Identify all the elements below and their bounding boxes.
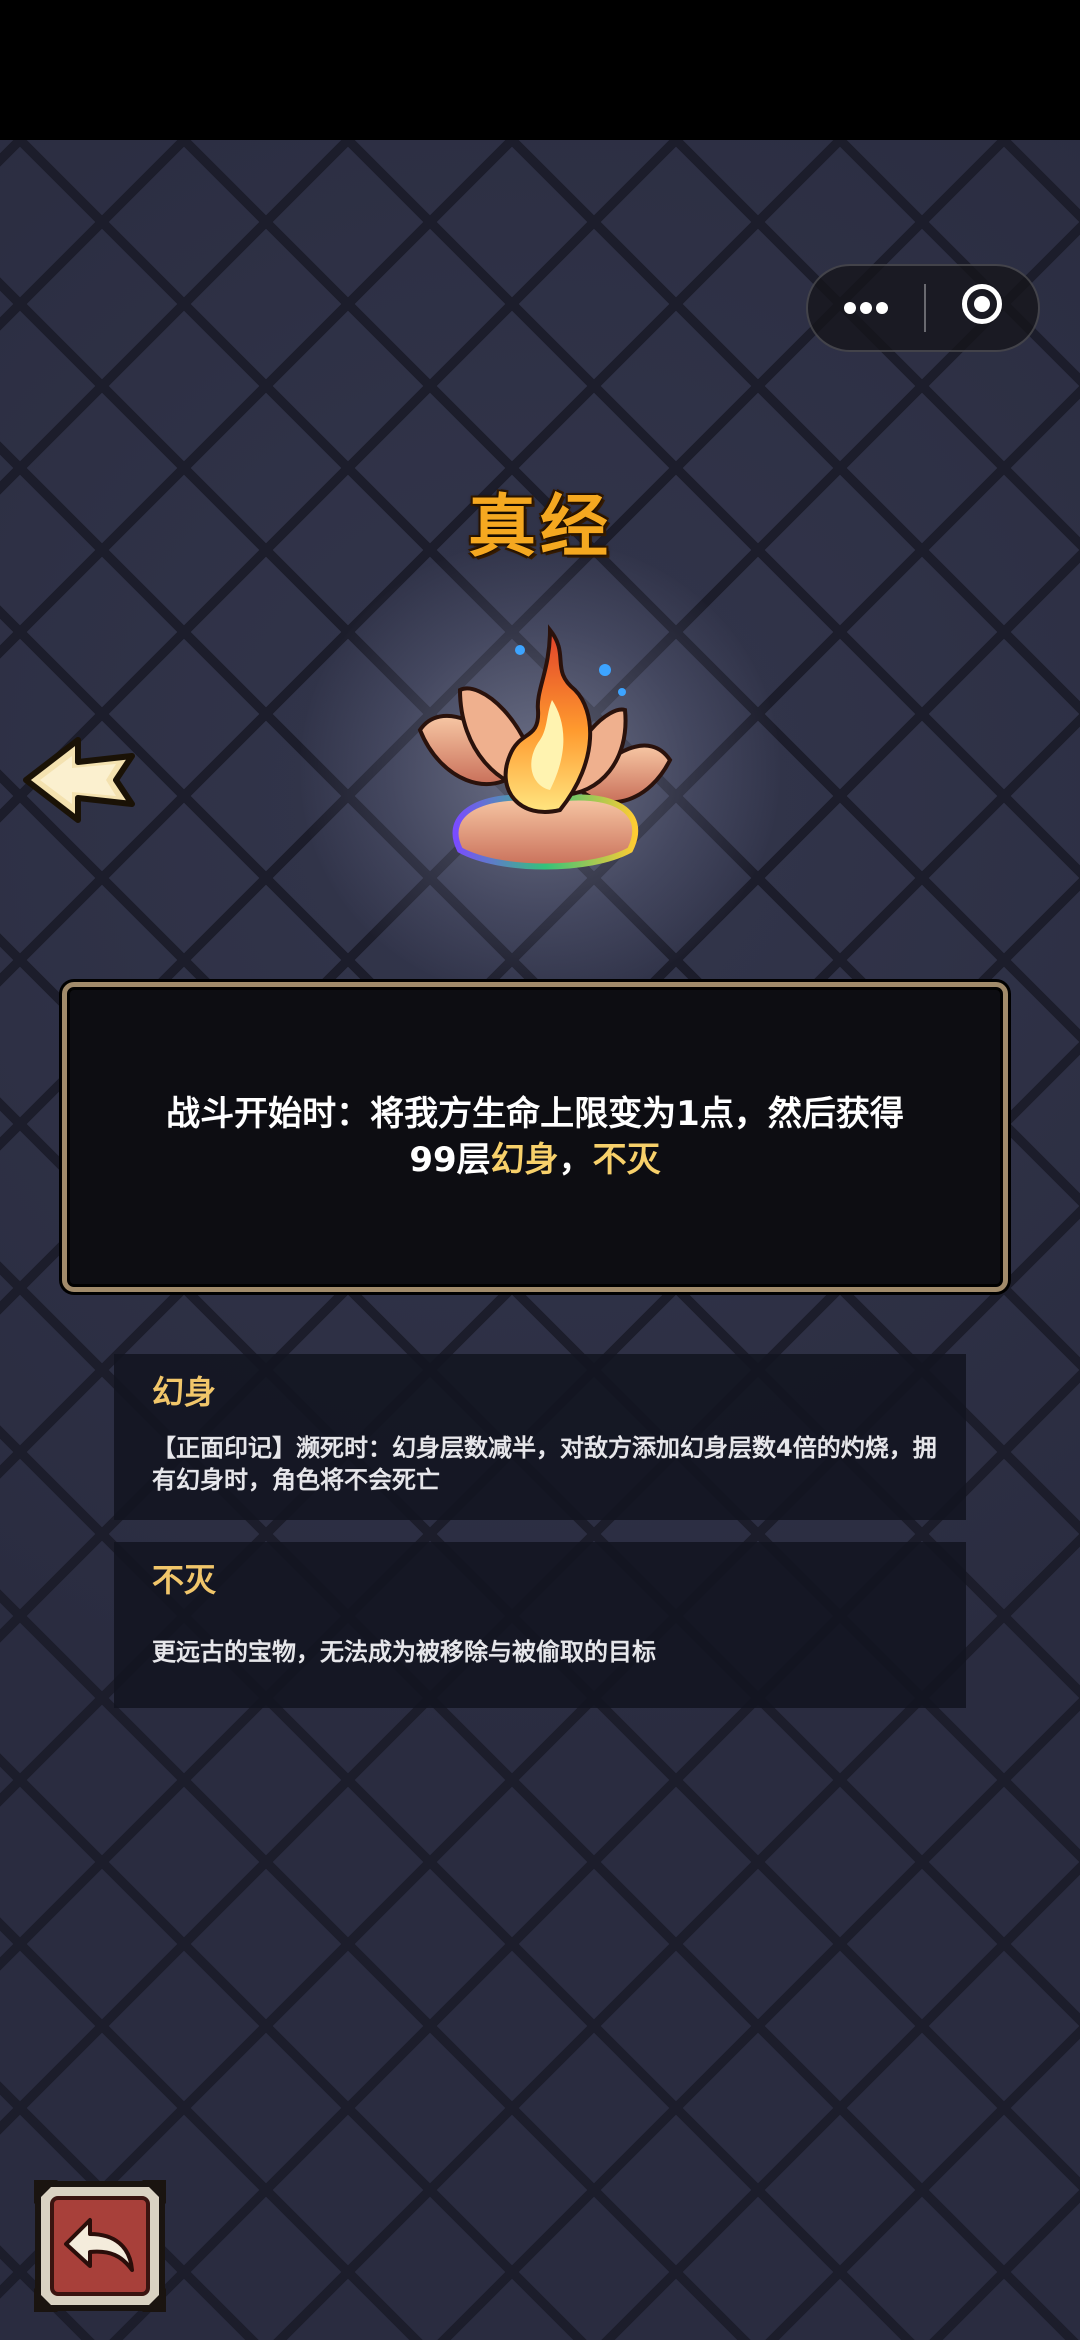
return-arrow-icon <box>34 2180 166 2312</box>
keyword-title: 不灭 <box>152 1561 217 1599</box>
more-button[interactable] <box>808 266 924 350</box>
previous-item-button[interactable] <box>20 730 140 830</box>
keyword-card: 幻身 【正面印记】濒死时：幻身层数减半，对敌方添加幻身层数4倍的灼烧，拥有幻身时… <box>114 1354 966 1520</box>
keyword-description: 更远古的宝物，无法成为被移除与被偷取的目标 <box>152 1638 656 1666</box>
description-line-1: 战斗开始时：将我方生命上限变为1点，然后获得 <box>166 1094 904 1134</box>
keyword-title: 幻身 <box>152 1373 217 1411</box>
description-separator: ， <box>558 1140 593 1180</box>
return-button[interactable] <box>34 2180 166 2312</box>
dot <box>860 302 872 314</box>
core <box>974 296 990 312</box>
game-screen: 真经 战斗开始时：将我方生命上限变为1点，然后获得 99层幻身，不灭 幻身 【正… <box>0 0 1080 2340</box>
keyword-link-2[interactable]: 不灭 <box>593 1140 661 1180</box>
description-count: 99层 <box>409 1140 491 1180</box>
dot <box>844 302 856 314</box>
description-panel: 战斗开始时：将我方生命上限变为1点，然后获得 99层幻身，不灭 <box>62 982 1008 1292</box>
mini-program-capsule <box>806 264 1040 352</box>
left-arrow-icon <box>23 737 135 823</box>
keyword-link-1[interactable]: 幻身 <box>491 1140 559 1180</box>
lotus-flame-icon <box>400 610 690 880</box>
item-title: 真经 <box>467 488 612 567</box>
status-bar <box>0 0 1080 140</box>
description-line-2: 99层幻身，不灭 <box>107 1137 963 1183</box>
keyword-description: 【正面印记】濒死时：幻身层数减半，对敌方添加幻身层数4倍的灼烧，拥有幻身时，角色… <box>152 1434 937 1494</box>
keyword-card: 不灭 更远古的宝物，无法成为被移除与被偷取的目标 <box>114 1542 966 1708</box>
dot <box>876 302 888 314</box>
description-text: 战斗开始时：将我方生命上限变为1点，然后获得 99层幻身，不灭 <box>107 1091 963 1183</box>
close-button[interactable] <box>926 266 1040 350</box>
